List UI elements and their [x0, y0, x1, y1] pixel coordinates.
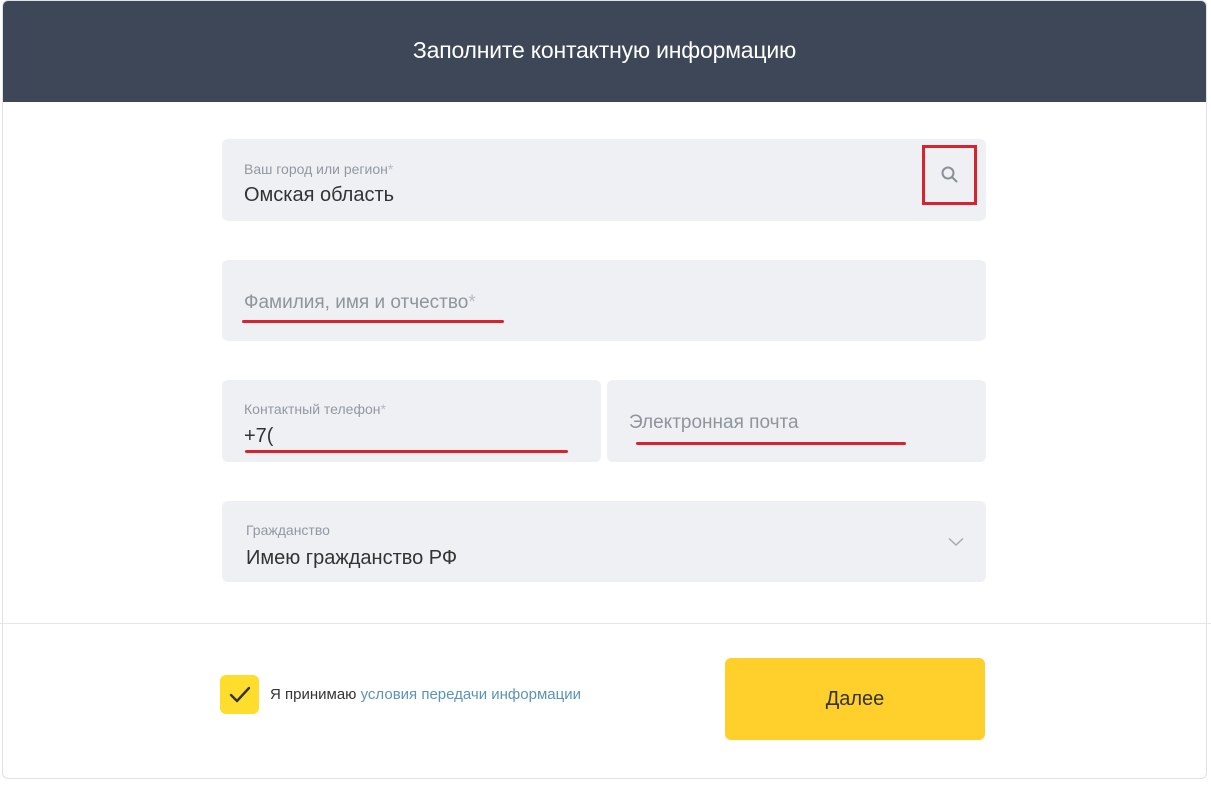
underline-annotation [242, 320, 504, 323]
full-name-placeholder: Фамилия, имя и отчество* [244, 292, 476, 313]
underline-annotation [245, 450, 568, 453]
contact-form-card: Заполните контактную информацию [2, 0, 1207, 779]
consent-checkbox[interactable] [220, 675, 259, 714]
citizenship-label: Гражданство [246, 522, 330, 538]
phone-value: +7( [244, 425, 274, 447]
check-icon [229, 686, 250, 702]
phone-label: Контактный телефон* [244, 401, 386, 417]
consent-text: Я принимаю условия передачи информации [270, 686, 581, 703]
region-value: Омская область [244, 184, 395, 206]
chevron-down-icon [948, 537, 964, 547]
citizenship-select[interactable]: Гражданство Имею гражданство РФ [222, 501, 986, 582]
region-label: Ваш город или регион* [244, 161, 394, 177]
form-divider [0, 623, 1211, 624]
search-icon [941, 166, 957, 183]
terms-link[interactable]: условия передачи информации [361, 686, 581, 703]
citizenship-value: Имею гражданство РФ [246, 547, 458, 569]
search-button[interactable] [922, 145, 977, 205]
next-button[interactable]: Далее [725, 658, 985, 740]
form-header: Заполните контактную информацию [3, 1, 1206, 102]
email-placeholder: Электронная почта [629, 412, 799, 433]
region-field[interactable]: Ваш город или регион* Омская область [222, 139, 986, 221]
consent-prefix: Я принимаю [270, 686, 361, 703]
underline-annotation [636, 442, 906, 445]
email-field[interactable]: Электронная почта [607, 380, 986, 462]
full-name-field[interactable]: Фамилия, имя и отчество* [222, 260, 986, 341]
form-title: Заполните контактную информацию [412, 36, 797, 63]
